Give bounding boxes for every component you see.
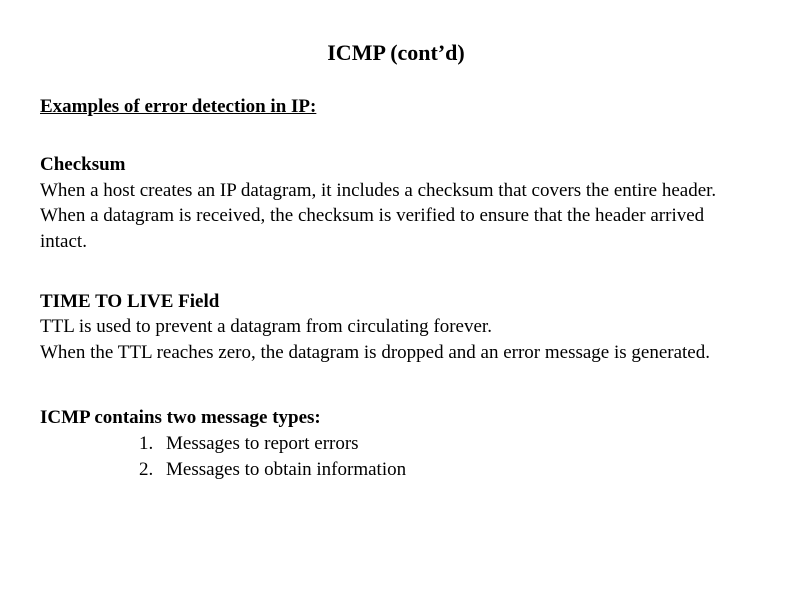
list-item: Messages to obtain information [158,457,752,483]
message-types-heading: ICMP contains two message types: [40,405,752,431]
ttl-body-line2: When the TTL reaches zero, the datagram … [40,340,752,366]
message-types-block: ICMP contains two message types: Message… [40,405,752,482]
ttl-body-line1: TTL is used to prevent a datagram from c… [40,314,752,340]
list-item: Messages to report errors [158,431,752,457]
slide-title: ICMP (cont’d) [40,40,752,66]
checksum-heading: Checksum [40,152,752,178]
checksum-body: When a host creates an IP datagram, it i… [40,178,752,255]
slide: ICMP (cont’d) Examples of error detectio… [0,0,792,522]
message-types-list: Messages to report errors Messages to ob… [40,431,752,482]
checksum-block: Checksum When a host creates an IP datag… [40,152,752,255]
ttl-heading: TIME TO LIVE Field [40,289,752,315]
section-heading: Examples of error detection in IP: [40,96,752,118]
ttl-block: TIME TO LIVE Field TTL is used to preven… [40,289,752,366]
